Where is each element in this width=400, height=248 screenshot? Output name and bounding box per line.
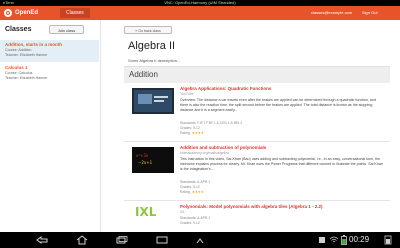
resource-item[interactable]: x²+3x −2x+1 Addition and subtraction of … <box>124 145 390 201</box>
logo-text: OpenEd <box>15 10 39 16</box>
wifi-icon <box>330 236 338 243</box>
chevron-up-icon[interactable] <box>196 238 204 244</box>
home-nav-icon[interactable] <box>76 235 88 245</box>
resource-source: YouTube <box>180 92 194 96</box>
sidebar-title: Classes <box>5 26 32 33</box>
battery-icon <box>341 235 347 245</box>
svg-text:−2x+1: −2x+1 <box>138 160 153 165</box>
class-item-addition[interactable]: Addition, starts in a month Course: Addi… <box>0 40 99 62</box>
resource-rating: Rating: ★★★★ <box>180 131 204 136</box>
go-back-button[interactable]: « Go back class <box>124 26 172 34</box>
battery-status-icon <box>384 235 392 245</box>
resource-source: IXL <box>180 210 186 214</box>
recent-apps-icon[interactable] <box>116 236 128 244</box>
system-navigation-bar: 00:29 <box>0 232 400 248</box>
resource-item[interactable]: Algebra Applications: Quadratic Function… <box>124 86 390 146</box>
rating-label: Rating: <box>180 131 191 135</box>
nav-classes-tab[interactable]: Classes <box>60 8 90 18</box>
rating-label: Rating: <box>180 190 191 194</box>
svg-text:x²+3x: x²+3x <box>136 153 149 158</box>
app-header: OpenEd Classes classes@example.com Sign … <box>0 6 400 20</box>
back-nav-icon[interactable] <box>36 236 48 244</box>
logo-icon <box>4 9 12 17</box>
resource-item[interactable]: IXL Polynomials: Model polynomials with … <box>124 204 390 232</box>
system-clock: 00:29 <box>349 235 370 244</box>
sidebar: Classes Join class Addition, starts in a… <box>0 20 101 232</box>
class-item-teacher: Teacher: Elizabeth Hanner <box>5 53 48 57</box>
resource-title-link[interactable]: Polynomials: Model polynomials with alge… <box>180 204 323 209</box>
sign-out-link[interactable]: Sign Out <box>362 9 378 17</box>
join-class-button[interactable]: Join class <box>49 25 84 34</box>
resource-title-link[interactable]: Addition and subtraction of polynomials <box>180 145 266 150</box>
video-thumbnail-icon[interactable] <box>132 88 174 114</box>
user-email-link[interactable]: classes@example.com <box>311 9 352 17</box>
section-title: Addition <box>129 70 158 79</box>
screenshot-icon[interactable] <box>156 236 168 244</box>
class-item-teacher: Teacher: Elizabeth Hanner <box>5 76 48 80</box>
notification-icon <box>319 237 325 243</box>
app-logo[interactable]: OpenEd <box>4 8 38 18</box>
rating-stars: ★★★★ <box>191 190 204 194</box>
resource-source: khanacademy.org/math/algebra <box>180 151 229 155</box>
resource-grades: Grades: 9-12 <box>180 221 200 225</box>
class-description: Some Algebra II description... <box>128 58 181 63</box>
page-title: Algebra II <box>128 40 176 52</box>
ixl-logo-text: IXL <box>135 205 157 218</box>
resource-description: This instruction in this video, Sal-Khan… <box>180 157 383 171</box>
ixl-logo-icon[interactable]: IXL <box>134 204 160 219</box>
divider <box>124 141 390 142</box>
resource-rating: Rating: ★★★★ <box>180 190 204 195</box>
resource-title-link[interactable]: Algebra Applications: Quadratic Function… <box>180 86 271 91</box>
section-header: Addition <box>124 66 390 83</box>
dark-video-thumbnail-icon[interactable]: x²+3x −2x+1 <box>132 147 174 173</box>
divider <box>124 200 390 201</box>
rating-stars: ★★★★ <box>191 131 204 135</box>
resource-description: Overview: The distance a car travels eve… <box>180 98 376 112</box>
class-item-calculus[interactable]: Calculus 1 Course: Calculus Teacher: Eli… <box>0 63 99 85</box>
